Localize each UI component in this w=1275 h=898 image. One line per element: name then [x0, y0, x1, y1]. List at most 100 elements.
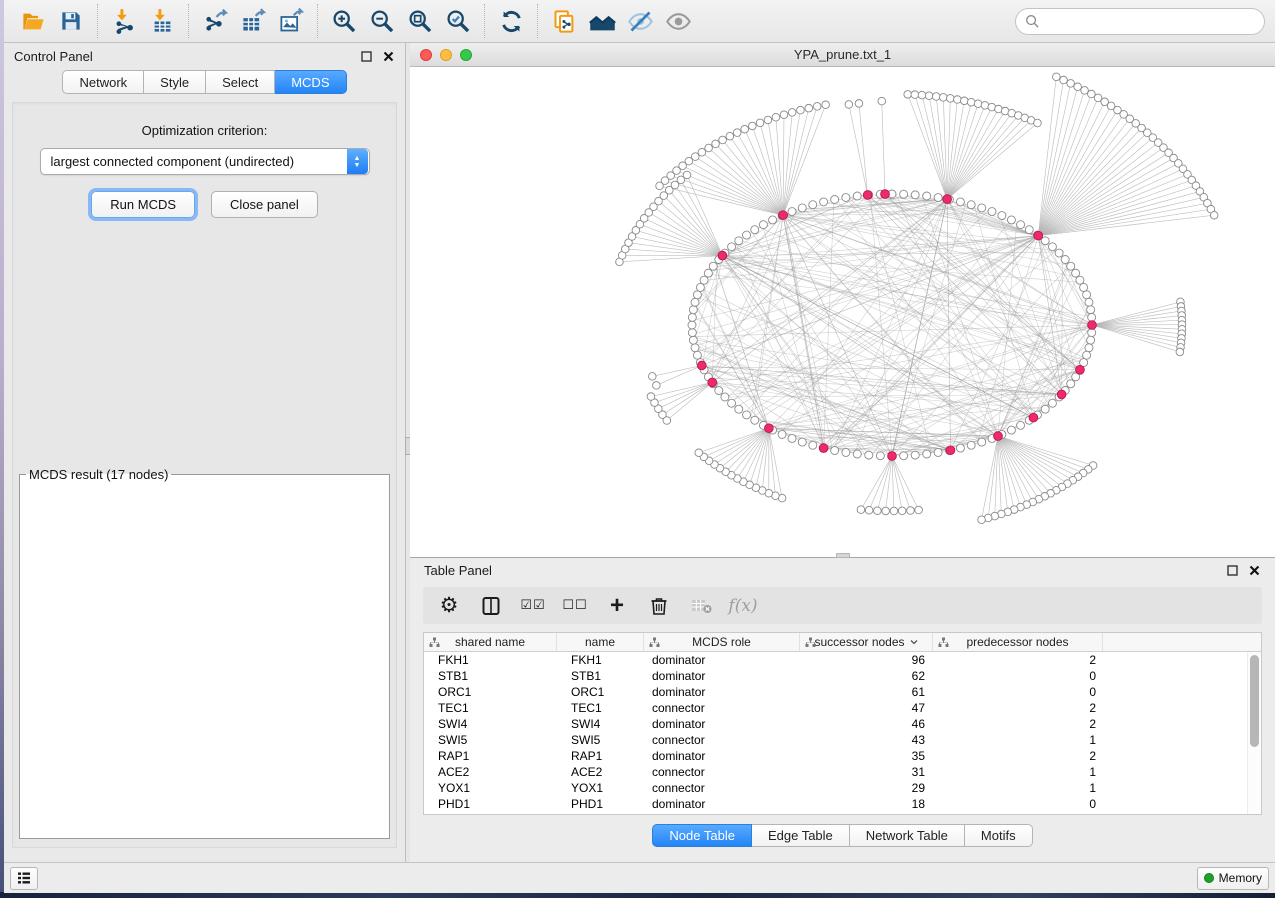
table-row[interactable]: TEC1TEC1connector472 — [424, 700, 1247, 716]
table-cell: 62 — [800, 669, 933, 683]
tab-motifs[interactable]: Motifs — [965, 824, 1033, 847]
add-column-icon[interactable]: + — [601, 591, 633, 621]
zoom-out-icon[interactable] — [363, 3, 401, 39]
delete-table-icon[interactable] — [685, 591, 717, 621]
close-table-panel-icon[interactable] — [1248, 564, 1261, 577]
table-scrollbar[interactable] — [1247, 652, 1261, 814]
export-image-icon[interactable] — [272, 3, 310, 39]
import-network-icon[interactable] — [105, 3, 143, 39]
toolbar-separator — [484, 4, 485, 38]
refresh-icon[interactable] — [492, 3, 530, 39]
table-row[interactable]: ORC1ORC1dominator610 — [424, 684, 1247, 700]
table-cell: 31 — [800, 765, 933, 779]
column-header-name[interactable]: name — [557, 633, 644, 651]
table-row[interactable]: STB1STB1dominator620 — [424, 668, 1247, 684]
mcds-tab-content: Optimization criterion: largest connecte… — [12, 102, 397, 848]
table-cell: connector — [644, 765, 800, 779]
show-column-panel-icon[interactable] — [475, 591, 507, 621]
table-cell: 46 — [800, 717, 933, 731]
tab-network-table[interactable]: Network Table — [850, 824, 965, 847]
table-cell: 2 — [933, 717, 1103, 731]
select-all-icon[interactable]: ☑☑ — [517, 591, 549, 621]
show-panels-button[interactable] — [10, 867, 38, 890]
optimization-criterion-label: Optimization criterion: — [13, 123, 396, 138]
control-panel-title: Control Panel — [14, 49, 93, 64]
toolbar-separator — [97, 4, 98, 38]
table-tab-bar: Node Table Edge Table Network Table Moti… — [652, 824, 1032, 847]
criterion-selected-value: largest connected component (undirected) — [41, 154, 347, 169]
criterion-select[interactable]: largest connected component (undirected)… — [40, 148, 370, 175]
column-settings-gear-icon[interactable]: ⚙ — [433, 591, 465, 621]
horizontal-split-grip[interactable] — [836, 553, 850, 558]
export-table-icon[interactable] — [234, 3, 272, 39]
run-mcds-button[interactable]: Run MCDS — [91, 191, 195, 218]
control-panel: Control Panel Network Style Select MCDS … — [4, 43, 405, 862]
table-cell: SWI5 — [424, 733, 557, 747]
memory-label: Memory — [1219, 871, 1262, 885]
close-panel-button[interactable]: Close panel — [211, 191, 318, 218]
table-cell: 0 — [933, 685, 1103, 699]
tab-edge-table[interactable]: Edge Table — [752, 824, 850, 847]
search-box[interactable] — [1015, 8, 1265, 35]
zoom-fit-icon[interactable] — [401, 3, 439, 39]
column-header-successor-nodes[interactable]: successor nodes — [800, 633, 933, 651]
close-panel-icon[interactable] — [382, 50, 395, 63]
table-row[interactable]: YOX1YOX1connector291 — [424, 780, 1247, 796]
open-folder-icon[interactable] — [14, 3, 52, 39]
table-row[interactable]: RAP1RAP1dominator352 — [424, 748, 1247, 764]
column-header-shared-name[interactable]: shared name — [424, 633, 557, 651]
float-panel-icon[interactable] — [360, 50, 373, 63]
table-cell: TEC1 — [557, 701, 644, 715]
table-row[interactable]: ACE2ACE2connector311 — [424, 764, 1247, 780]
table-cell: SWI5 — [557, 733, 644, 747]
table-cell: STB1 — [424, 669, 557, 683]
mcds-result-title: MCDS result (17 nodes) — [26, 467, 171, 482]
table-row[interactable]: PHD1PHD1dominator180 — [424, 796, 1247, 812]
tab-network[interactable]: Network — [62, 70, 144, 94]
column-header-mcds-role[interactable]: MCDS role — [644, 633, 800, 651]
table-cell: 0 — [933, 669, 1103, 683]
table-cell: YOX1 — [424, 781, 557, 795]
save-icon[interactable] — [52, 3, 90, 39]
table-panel-title: Table Panel — [424, 563, 492, 578]
network-window-title: YPA_prune.txt_1 — [410, 47, 1275, 62]
export-network-icon[interactable] — [196, 3, 234, 39]
memory-button[interactable]: Memory — [1197, 867, 1269, 890]
table-cell: 43 — [800, 733, 933, 747]
network-share-icon[interactable] — [545, 3, 583, 39]
mcds-result-group: MCDS result (17 nodes) PHD1CAR1STP4TID3Y… — [19, 467, 390, 839]
deselect-all-icon[interactable]: ☐☐ — [559, 591, 591, 621]
table-scrollbar-thumb[interactable] — [1250, 655, 1259, 747]
zoom-in-icon[interactable] — [325, 3, 363, 39]
control-panel-tab-bar: Network Style Select MCDS — [62, 70, 346, 94]
tab-node-table[interactable]: Node Table — [652, 824, 752, 847]
search-input[interactable] — [1046, 14, 1255, 29]
table-cell: dominator — [644, 685, 800, 699]
show-all-icon[interactable] — [659, 3, 697, 39]
table-cell: RAP1 — [424, 749, 557, 763]
table-row[interactable]: FKH1FKH1dominator962 — [424, 652, 1247, 668]
float-table-panel-icon[interactable] — [1226, 564, 1239, 577]
table-cell: dominator — [644, 669, 800, 683]
table-cell: PHD1 — [557, 797, 644, 811]
function-builder-icon[interactable]: f(x) — [727, 591, 759, 621]
table-row[interactable]: SWI4SWI4dominator462 — [424, 716, 1247, 732]
mcds-result-list[interactable]: PHD1CAR1STP4TID3YOX1SWI4SRD1PMA2FKH1ACE2… — [21, 484, 374, 486]
column-header-predecessor-nodes[interactable]: predecessor nodes — [933, 633, 1103, 651]
tab-mcds[interactable]: MCDS — [275, 70, 346, 94]
network-titlebar[interactable]: YPA_prune.txt_1 — [410, 43, 1275, 67]
network-canvas[interactable] — [410, 67, 1275, 557]
tab-style[interactable]: Style — [144, 70, 206, 94]
toolbar-separator — [317, 4, 318, 38]
table-row[interactable]: SWI5SWI5connector431 — [424, 732, 1247, 748]
table-cell: PHD1 — [424, 797, 557, 811]
import-table-icon[interactable] — [143, 3, 181, 39]
zoom-selected-icon[interactable] — [439, 3, 477, 39]
tab-select[interactable]: Select — [206, 70, 275, 94]
toolbar-separator — [188, 4, 189, 38]
hide-selected-icon[interactable] — [621, 3, 659, 39]
first-neighbors-icon[interactable] — [583, 3, 621, 39]
node-table-header: shared name name MCDS role successor nod… — [424, 633, 1261, 652]
table-cell: 0 — [933, 797, 1103, 811]
delete-column-icon[interactable] — [643, 591, 675, 621]
